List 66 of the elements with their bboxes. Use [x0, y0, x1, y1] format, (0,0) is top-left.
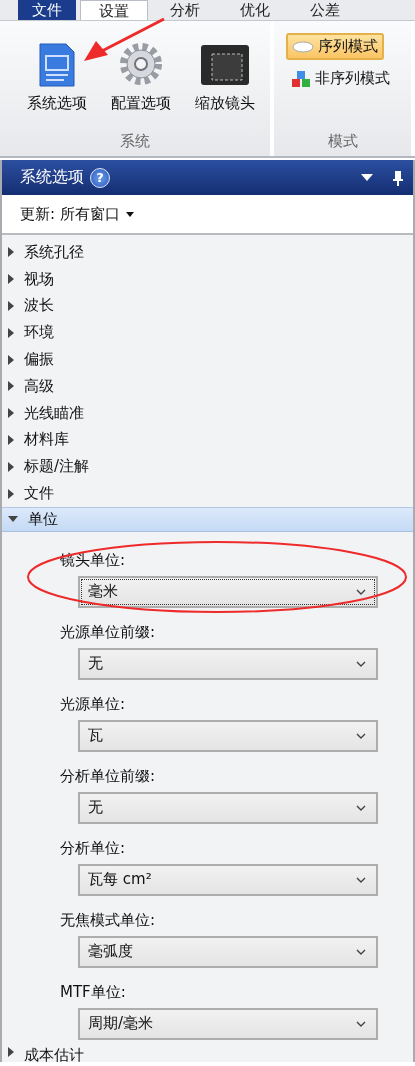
chevron-icon	[356, 660, 366, 667]
ribbon-button[interactable]: 配置选项	[102, 33, 180, 113]
field-label: 分析单位前缀:	[60, 766, 156, 786]
tree-item[interactable]: 偏振	[2, 346, 413, 373]
select-field[interactable]: 瓦每 cm²	[78, 863, 378, 896]
ribbon-tab[interactable]: 公差	[292, 0, 358, 20]
ribbon-tab[interactable]: 设置	[80, 0, 148, 20]
field-label: 分析单位:	[60, 838, 126, 858]
panel-title: 系统选项	[20, 167, 84, 188]
cubes-icon	[291, 69, 311, 88]
chevron-icon	[356, 1020, 366, 1027]
group-label: 系统	[119, 131, 151, 152]
expand-icon	[8, 301, 14, 311]
frame-icon	[200, 42, 250, 88]
caret-icon	[125, 211, 134, 217]
pin-icon[interactable]	[393, 169, 403, 186]
tree-item[interactable]: 标题/注解	[2, 453, 413, 481]
chevron-icon	[356, 948, 366, 955]
expand-icon	[8, 354, 14, 365]
chevron-icon	[356, 876, 366, 883]
field-label: 光源单位:	[60, 694, 126, 714]
select-field[interactable]: 毫米	[78, 575, 378, 608]
chevron-icon	[356, 804, 366, 811]
ellipse-icon	[292, 40, 314, 53]
tree-item[interactable]: 单位	[2, 506, 413, 532]
tree-item[interactable]: 成本估计	[2, 1045, 413, 1062]
field-label: MTF单位:	[60, 982, 126, 1002]
tree-item[interactable]: 系统孔径	[2, 239, 413, 266]
dropdown-icon[interactable]	[361, 173, 373, 182]
expand-icon	[8, 327, 14, 338]
group-label: 模式	[326, 131, 359, 152]
expand-icon	[8, 434, 14, 445]
document-icon	[38, 42, 76, 88]
expand-icon	[8, 381, 14, 392]
file-menu-button[interactable]: 文件	[18, 0, 76, 20]
expand-icon	[8, 461, 14, 472]
gear-icon	[117, 40, 165, 88]
tree-item[interactable]: 文件	[2, 480, 413, 507]
select-field[interactable]: 毫弧度	[78, 935, 378, 968]
ribbon-tab[interactable]: 优化	[222, 0, 288, 20]
chevron-icon	[356, 732, 366, 739]
tree-item[interactable]: 高级	[2, 373, 413, 400]
field-label: 无焦模式单位:	[60, 910, 156, 930]
expand-icon	[8, 488, 14, 499]
select-field[interactable]: 周期/毫米	[78, 1007, 378, 1040]
select-field[interactable]: 无	[78, 647, 378, 680]
chevron-icon	[356, 588, 366, 595]
expand-icon	[8, 274, 14, 285]
tree-item[interactable]: 材料库	[2, 426, 413, 454]
field-label: 光源单位前缀:	[60, 622, 156, 642]
update-dropdown[interactable]: 更新: 所有窗口	[20, 204, 134, 224]
ribbon-tab[interactable]: 分析	[152, 0, 218, 20]
mode-button[interactable]: 非序列模式	[286, 66, 395, 91]
ribbon-button[interactable]: 系统选项	[18, 33, 96, 113]
tree-item[interactable]: 环境	[2, 319, 413, 347]
expand-icon	[8, 247, 14, 258]
select-field[interactable]: 瓦	[78, 719, 378, 752]
expand-icon	[8, 408, 14, 419]
expand-icon	[8, 1046, 14, 1057]
mode-button[interactable]: 序列模式	[286, 33, 384, 60]
tree-item[interactable]: 视场	[2, 265, 413, 293]
tree-item[interactable]: 波长	[2, 292, 413, 320]
ribbon-button[interactable]: 缩放镜头	[186, 33, 264, 113]
select-field[interactable]: 无	[78, 791, 378, 824]
collapse-icon	[8, 516, 18, 523]
tree-item[interactable]: 光线瞄准	[2, 399, 413, 427]
